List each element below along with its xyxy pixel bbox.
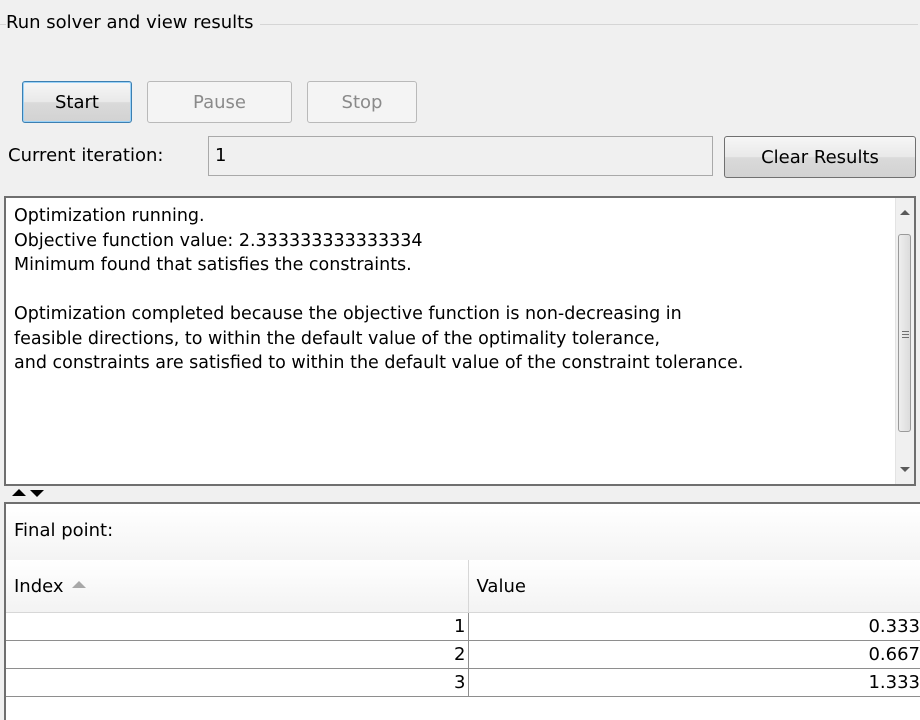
panel-splitter[interactable] bbox=[0, 486, 920, 500]
table-row[interactable]: 2 0.667 bbox=[6, 640, 920, 669]
final-point-header: Final point: bbox=[6, 504, 920, 561]
pause-button[interactable]: Pause bbox=[147, 81, 292, 123]
final-point-panel: Final point: Index Value 1 0.333 2 0.667 bbox=[4, 502, 920, 720]
index-cell[interactable]: 2 bbox=[6, 640, 469, 669]
scroll-thumb[interactable] bbox=[898, 234, 911, 432]
value-cell[interactable]: 0.333 bbox=[468, 612, 920, 641]
final-point-title: Final point: bbox=[14, 520, 114, 541]
table-row[interactable]: 1 0.333 bbox=[6, 612, 920, 641]
column-header-value[interactable]: Value bbox=[468, 560, 920, 613]
sort-ascending-icon bbox=[71, 581, 86, 588]
column-header-index[interactable]: Index bbox=[6, 560, 469, 613]
scroll-grip-icon bbox=[902, 331, 909, 340]
column-header-index-label: Index bbox=[14, 575, 64, 597]
column-header-value-label: Value bbox=[476, 575, 526, 597]
index-cell[interactable]: 1 bbox=[6, 612, 469, 641]
scroll-up-arrow-icon[interactable] bbox=[900, 210, 910, 215]
run-solver-group: Run solver and view results Start Pause … bbox=[0, 0, 918, 190]
expand-up-arrow-icon[interactable] bbox=[12, 489, 26, 496]
start-button[interactable]: Start bbox=[22, 81, 132, 123]
output-vertical-scrollbar[interactable] bbox=[895, 198, 914, 484]
table-row[interactable]: 3 1.333 bbox=[6, 668, 920, 697]
solver-output-text: Optimization running. Objective function… bbox=[14, 206, 744, 373]
stop-button[interactable]: Stop bbox=[307, 81, 417, 123]
final-point-table: Index Value 1 0.333 2 0.667 3 1.333 bbox=[6, 560, 920, 697]
value-cell[interactable]: 0.667 bbox=[468, 640, 920, 669]
value-cell[interactable]: 1.333 bbox=[468, 668, 920, 697]
table-header-row: Index Value bbox=[6, 560, 920, 613]
scroll-down-arrow-icon[interactable] bbox=[900, 467, 910, 472]
group-title: Run solver and view results bbox=[6, 10, 260, 36]
clear-results-button[interactable]: Clear Results bbox=[724, 136, 916, 178]
current-iteration-label: Current iteration: bbox=[8, 145, 164, 166]
current-iteration-field: 1 bbox=[208, 136, 713, 176]
solver-results-panel: Run solver and view results Start Pause … bbox=[0, 0, 920, 720]
expand-down-arrow-icon[interactable] bbox=[30, 490, 44, 497]
index-cell[interactable]: 3 bbox=[6, 668, 469, 697]
solver-output-textarea[interactable]: Optimization running. Objective function… bbox=[4, 196, 916, 486]
